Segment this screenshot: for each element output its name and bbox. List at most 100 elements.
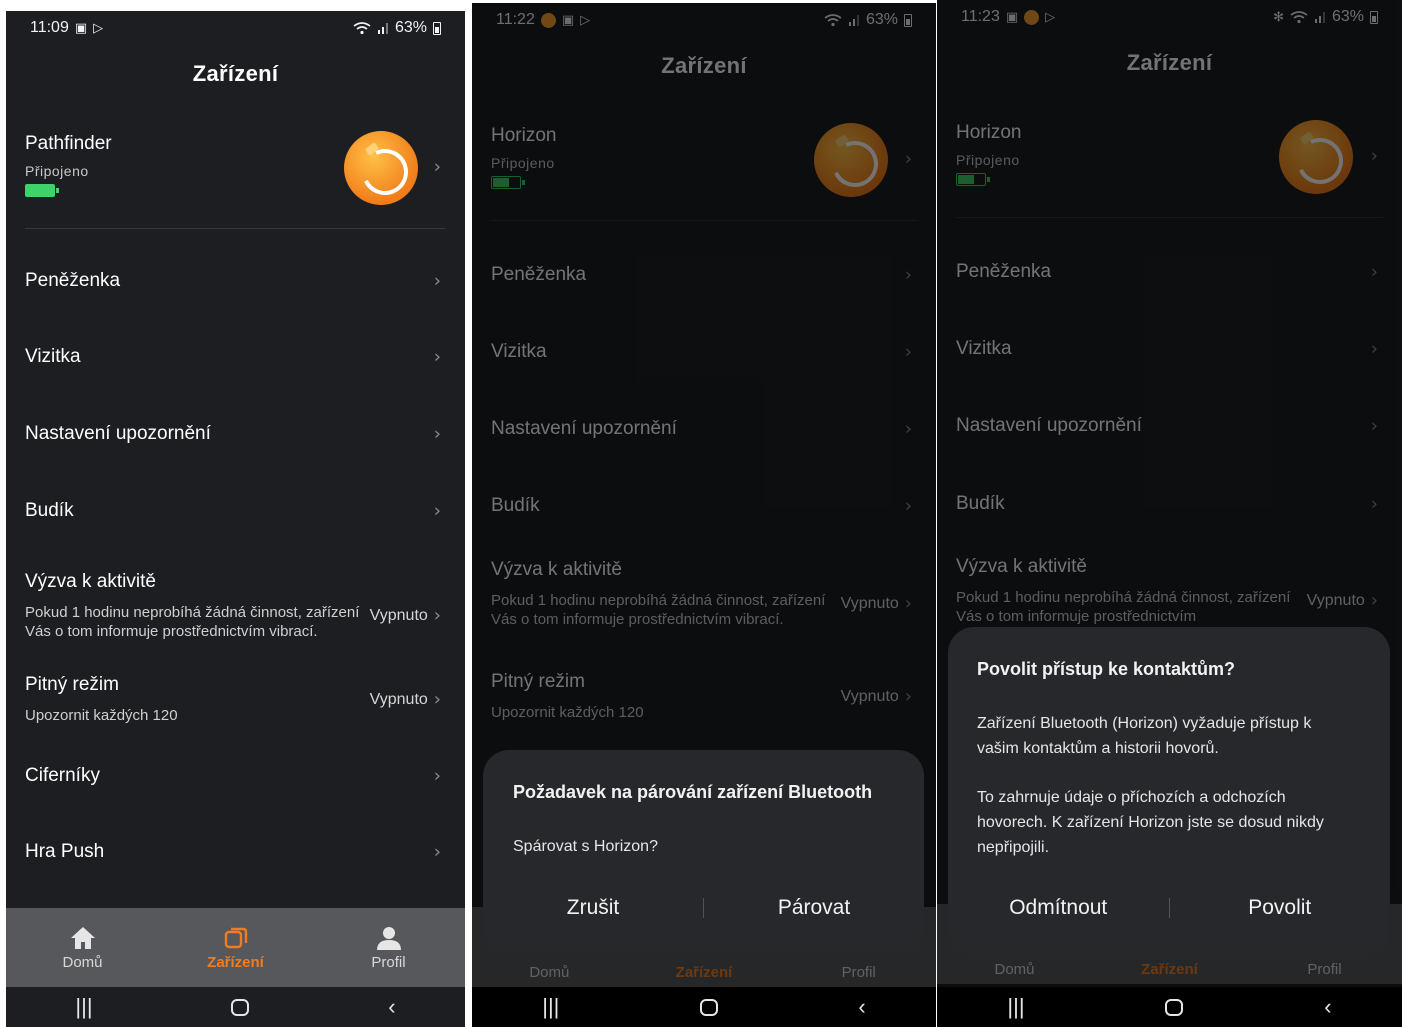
menu-item-activity-reminder[interactable]: Výzva k aktivitě Pokud 1 hodinu neprobíh… <box>472 555 936 660</box>
system-navigation-bar: ||| ‹ <box>6 987 465 1027</box>
menu-item-business-card[interactable]: Vizitka › <box>937 319 1402 379</box>
menu-item-activity-reminder[interactable]: Výzva k aktivitě Pokud 1 hodinu neprobíh… <box>6 559 465 664</box>
menu-item-notification-settings[interactable]: Nastavení upozornění › <box>937 396 1402 456</box>
home-button-icon[interactable] <box>231 998 250 1016</box>
status-bar: 11:23 ▣ ▷ ✻ 63% <box>937 0 1402 34</box>
menu-item-drinking-mode[interactable]: Pitný režim Upozornit každých 120 Vypnut… <box>6 672 465 742</box>
wifi-icon <box>824 13 842 27</box>
device-card[interactable]: Horizon Připojeno › <box>472 123 936 225</box>
menu-item-alarm[interactable]: Budík › <box>937 474 1402 534</box>
chevron-right-icon: › <box>904 264 912 286</box>
activity-reminder-description: Pokud 1 hodinu neprobíhá žádná činnost, … <box>491 592 826 628</box>
device-battery-icon <box>956 173 990 186</box>
app-notification-icon <box>540 12 556 28</box>
chevron-right-icon: › <box>1370 145 1378 167</box>
nav-profile-label: Profil <box>1307 961 1342 978</box>
device-battery-icon <box>25 184 59 197</box>
menu-item-label: Vizitka <box>491 341 547 362</box>
menu-item-business-card[interactable]: Vizitka › <box>472 322 936 382</box>
nav-devices-label: Zařízení <box>675 964 733 981</box>
dialog-title: Požadavek na párování zařízení Bluetooth <box>513 782 873 802</box>
back-icon[interactable]: ‹ <box>388 994 395 1020</box>
nav-profile-label: Profil <box>841 964 876 981</box>
battery-percent: 63% <box>865 11 898 28</box>
chevron-right-icon: › <box>433 156 441 178</box>
value-label: Vypnuto <box>840 594 899 612</box>
wifi-icon <box>1290 10 1308 24</box>
menu-item-alarm[interactable]: Budík › <box>6 481 465 541</box>
menu-item-label: Nastavení upozornění <box>491 418 677 439</box>
menu-item-notification-settings[interactable]: Nastavení upozornění › <box>6 404 465 464</box>
watch-icon <box>344 131 418 205</box>
system-navigation-bar: ||| ‹ <box>937 987 1402 1027</box>
value-label: Vypnuto <box>840 687 899 705</box>
page-title: Zařízení <box>1126 50 1213 75</box>
nav-home-label: Domů <box>994 961 1035 978</box>
play-notification-icon: ▷ <box>93 20 104 35</box>
status-time: 11:23 <box>961 8 1000 25</box>
cancel-button[interactable]: Zrušit <box>483 896 703 920</box>
menu-item-notification-settings[interactable]: Nastavení upozornění › <box>472 399 936 459</box>
status-time: 11:09 <box>30 19 69 36</box>
menu-item-label: Vizitka <box>25 346 81 367</box>
menu-item-label: Peněženka <box>956 261 1052 282</box>
activity-reminder-title: Výzva k aktivitě <box>956 556 1087 577</box>
watch-icon <box>814 123 888 197</box>
menu-item-wallet[interactable]: Peněženka › <box>472 245 936 305</box>
activity-reminder-title: Výzva k aktivitě <box>25 571 156 592</box>
device-card[interactable]: Pathfinder Připojeno › <box>6 131 465 233</box>
chevron-right-icon: › <box>433 841 441 863</box>
watch-icon <box>1279 120 1353 194</box>
gallery-notification-icon: ▣ <box>74 20 88 35</box>
activity-reminder-title: Výzva k aktivitě <box>491 559 622 580</box>
play-notification-icon: ▷ <box>580 12 591 27</box>
menu-item-watch-faces[interactable]: Ciferníky › <box>6 746 465 806</box>
menu-item-label: Peněženka <box>25 270 121 291</box>
back-icon[interactable]: ‹ <box>1324 994 1331 1020</box>
menu-item-label: Ciferníky <box>25 765 100 786</box>
menu-item-drinking-mode[interactable]: Pitný režim Upozornit každých 120 Vypnut… <box>472 669 936 739</box>
menu-item-label: Nastavení upozornění <box>25 423 211 444</box>
value-label: Vypnuto <box>369 690 428 708</box>
value-label: Vypnuto <box>369 606 428 624</box>
home-icon <box>70 925 96 951</box>
battery-percent: 63% <box>1331 8 1364 25</box>
home-button-icon[interactable] <box>699 998 718 1016</box>
allow-button[interactable]: Povolit <box>1170 896 1391 920</box>
drinking-mode-value: Vypnuto › <box>370 689 441 710</box>
nav-devices-label: Zařízení <box>1141 961 1198 978</box>
recent-apps-icon[interactable]: ||| <box>75 994 92 1020</box>
status-time: 11:22 <box>496 11 535 28</box>
status-bar: 11:22 ▣ ▷ 63% <box>472 3 936 37</box>
nav-profile-label: Profil <box>371 954 406 971</box>
chevron-right-icon: › <box>433 500 441 522</box>
nav-devices[interactable]: Zařízení <box>159 908 312 988</box>
recent-apps-icon[interactable]: ||| <box>1007 994 1024 1020</box>
deny-button[interactable]: Odmítnout <box>948 896 1169 920</box>
nav-home[interactable]: Domů <box>6 908 159 988</box>
back-icon[interactable]: ‹ <box>858 994 865 1020</box>
menu-item-label: Peněženka <box>491 264 587 285</box>
drinking-mode-title: Pitný režim <box>25 674 119 695</box>
device-card[interactable]: Horizon Připojeno › <box>937 120 1402 222</box>
menu-item-business-card[interactable]: Vizitka › <box>6 327 465 387</box>
wifi-icon <box>353 21 371 35</box>
gallery-notification-icon: ▣ <box>561 12 575 27</box>
home-button-icon[interactable] <box>1165 998 1184 1016</box>
nav-devices-label: Zařízení <box>207 954 264 971</box>
gallery-notification-icon: ▣ <box>1005 9 1019 24</box>
chevron-right-icon: › <box>904 418 912 440</box>
menu-item-alarm[interactable]: Budík › <box>472 476 936 536</box>
pair-button[interactable]: Párovat <box>704 896 924 920</box>
chevron-right-icon: › <box>433 270 441 292</box>
drinking-mode-title: Pitný režim <box>491 671 585 692</box>
phone-screen-2: 11:22 ▣ ▷ 63% Zařízení Horizon Připojeno… <box>472 3 936 1027</box>
menu-item-wallet[interactable]: Peněženka › <box>6 251 465 311</box>
menu-item-wallet[interactable]: Peněženka › <box>937 242 1402 302</box>
recent-apps-icon[interactable]: ||| <box>542 994 559 1020</box>
menu-item-label: Nastavení upozornění <box>956 415 1142 436</box>
menu-item-push-game[interactable]: Hra Push › <box>6 822 465 882</box>
divider <box>25 228 446 229</box>
nav-profile[interactable]: Profil <box>312 908 465 988</box>
chevron-right-icon: › <box>433 689 441 710</box>
